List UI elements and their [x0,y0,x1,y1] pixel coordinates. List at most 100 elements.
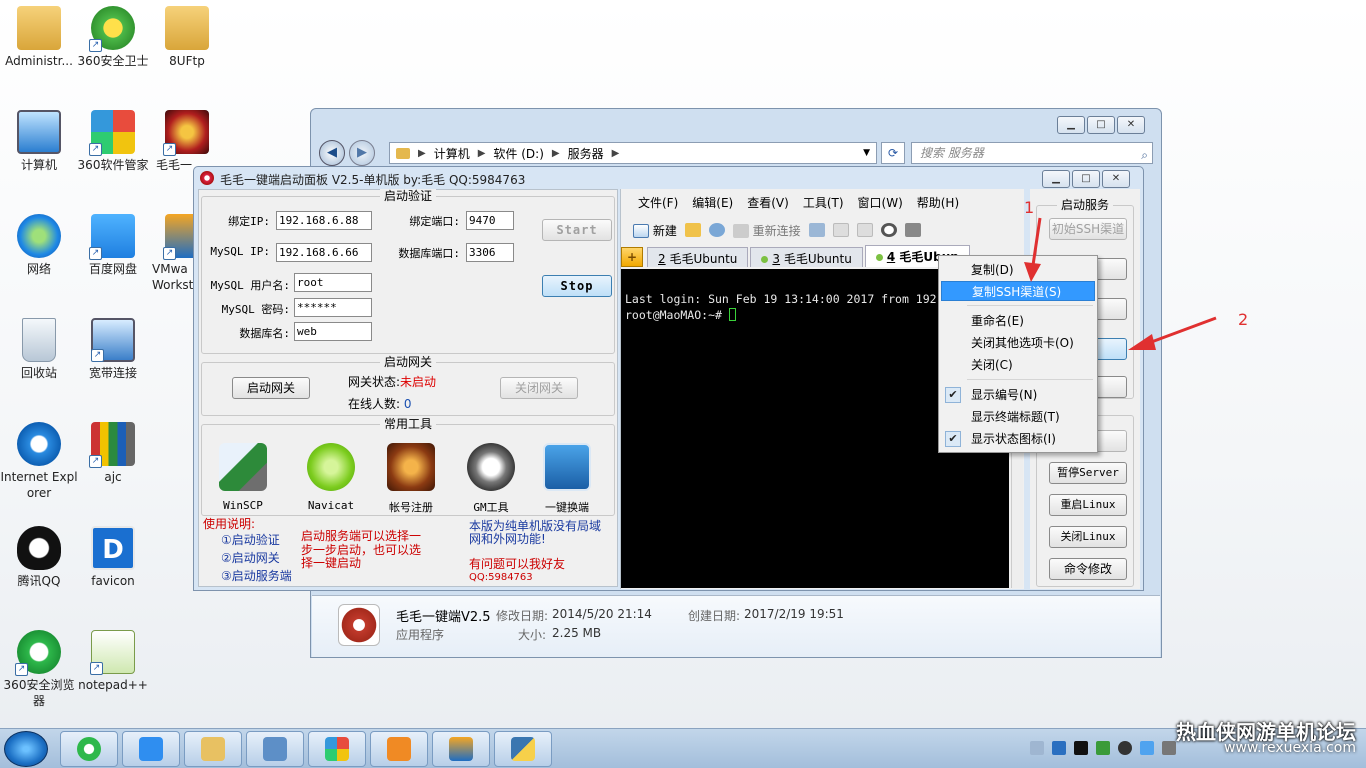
taskbar-item[interactable] [246,731,304,767]
desktop-icon-notepad-plus[interactable]: ↗ notepad++ [74,626,152,693]
start-button[interactable] [4,731,48,767]
desktop-icon-broadband[interactable]: ↗ 宽带连接 [74,314,152,381]
close-gateway-button[interactable]: 关闭网关 [500,377,578,399]
computer-icon [17,110,61,154]
tool-gm[interactable]: GM工具 [458,443,524,515]
maximize-button[interactable]: □ [1087,116,1115,134]
desktop-icon-ajc[interactable]: ↗ ajc [74,418,152,485]
back-button[interactable]: ◀ [319,140,345,166]
find-icon[interactable] [880,223,897,237]
start-gateway-button[interactable]: 启动网关 [232,377,310,399]
taskbar-item[interactable] [432,731,490,767]
mysql-password-field[interactable]: ****** [294,298,372,317]
session-tab[interactable]: 2 毛毛Ubuntu [647,247,749,267]
close-button[interactable]: ✕ [1102,170,1130,188]
tray-cloud-icon[interactable] [1140,741,1154,755]
taskbar-item[interactable] [494,731,552,767]
new-session-button[interactable]: 新建 [633,222,677,239]
desktop-icon-network[interactable]: 网络 [0,210,78,277]
tray-app-icon[interactable] [1074,741,1088,755]
mysql-ip-field[interactable]: 192.168.6.66 [276,243,372,262]
close-button[interactable]: ✕ [1117,116,1145,134]
tool-winscp[interactable]: WinSCP [210,443,276,512]
360-software-icon [325,737,349,761]
search-input[interactable]: 搜索 服务器 ⌕ [911,142,1153,164]
menu-item-show-terminal-title[interactable]: 显示终端标题(T) [941,407,1095,427]
menu-item-show-number[interactable]: ✔ 显示编号(N) [941,385,1095,405]
360-safe-icon: ↗ [89,6,135,52]
tray-arrow-icon[interactable] [1030,741,1044,755]
breadcrumb-item[interactable]: 软件 (D:) [493,145,543,162]
tool-navicat[interactable]: Navicat [298,443,364,512]
mysql-user-field[interactable]: root [294,273,372,292]
forward-button[interactable]: ▶ [349,140,375,166]
start-button[interactable]: Start [542,219,612,241]
tray-qq-icon[interactable] [1118,741,1132,755]
session-tab[interactable]: 3 毛毛Ubuntu [750,247,863,267]
menu-file[interactable]: 文件(F) [631,191,685,213]
menu-item-rename[interactable]: 重命名(E) [941,311,1095,331]
desktop-icon-360-safe[interactable]: ↗ 360安全卫士 [74,2,152,69]
print-icon[interactable] [904,223,921,237]
desktop-icon-360-software[interactable]: ↗ 360软件管家 [74,106,152,173]
bind-port-field[interactable]: 9470 [466,211,514,230]
tool-switch-client[interactable]: 一键换端 [534,443,600,515]
breadcrumb-item[interactable]: 计算机 [434,145,470,162]
bind-ip-field[interactable]: 192.168.6.88 [276,211,372,230]
menu-item-close-others[interactable]: 关闭其他选项卡(O) [941,333,1095,353]
stop-button[interactable]: Stop [542,275,612,297]
copy-icon[interactable] [832,223,849,237]
menu-item-copy[interactable]: 复制(D) [941,260,1095,280]
dropdown-arrow-icon[interactable]: ▼ [863,148,870,158]
restart-linux-button[interactable]: 重启Linux [1049,494,1127,516]
menu-item-show-status-icon[interactable]: ✔ 显示状态图标(I) [941,429,1095,449]
taskbar-item[interactable] [122,731,180,767]
maximize-button[interactable]: □ [1072,170,1100,188]
minimize-button[interactable]: ▁ [1057,116,1085,134]
desktop-icon-computer[interactable]: 计算机 [0,106,78,173]
taskbar-item[interactable] [308,731,366,767]
paste-icon[interactable] [856,223,873,237]
tray-network-icon[interactable] [1052,741,1066,755]
address-bar[interactable]: ▶ 计算机 ▶ 软件 (D:) ▶ 服务器 ▶ ▼ [389,142,877,164]
desktop-icon-favicon[interactable]: D favicon [74,522,152,589]
app-logo-icon [200,171,214,185]
db-name-field[interactable]: web [294,322,372,341]
pause-server-button[interactable]: 暂停Server [1049,462,1127,484]
desktop-icon-recycle-bin[interactable]: 回收站 [0,314,78,381]
taskbar-item[interactable] [184,731,242,767]
refresh-icon[interactable]: ⟳ [881,142,905,164]
tray-security-icon[interactable] [1096,741,1110,755]
tools-wrench-icon [543,443,591,491]
tray-volume-icon[interactable] [1162,741,1176,755]
desktop-icon-qq[interactable]: 腾讯QQ [0,522,78,589]
menu-edit[interactable]: 编辑(E) [685,191,740,213]
properties-icon[interactable] [808,223,825,237]
desktop-icon-maomao[interactable]: ↗ 毛毛一 [148,106,226,173]
desktop-icon-baidu-pan[interactable]: ↗ 百度网盘 [74,210,152,277]
menu-tools[interactable]: 工具(T) [796,191,851,213]
reconnect-button[interactable]: 重新连接 [732,222,801,239]
command-edit-button[interactable]: 命令修改 [1049,558,1127,580]
link-icon[interactable] [708,223,725,237]
details-pane: 毛毛一键端V2.5 修改日期: 2014/5/20 21:14 创建日期: 20… [312,595,1160,657]
tool-account-register[interactable]: 帐号注册 [378,443,444,515]
desktop-icon-administrator[interactable]: Administr... [0,2,78,69]
menu-view[interactable]: 查看(V) [740,191,796,213]
menu-window[interactable]: 窗口(W) [851,191,910,213]
minimize-button[interactable]: ▁ [1042,170,1070,188]
taskbar-item[interactable] [60,731,118,767]
init-ssh-button[interactable]: 初始SSH渠道 [1049,218,1127,240]
open-folder-icon[interactable] [684,223,701,237]
menu-item-copy-ssh-channel[interactable]: 复制SSH渠道(S) [941,281,1095,301]
add-tab-icon[interactable]: + [621,247,643,267]
menu-help[interactable]: 帮助(H) [910,191,966,213]
shutdown-linux-button[interactable]: 关闭Linux [1049,526,1127,548]
menu-item-close[interactable]: 关闭(C) [941,355,1095,375]
taskbar-item[interactable] [370,731,428,767]
db-port-field[interactable]: 3306 [466,243,514,262]
desktop-icon-8uftp[interactable]: 8UFtp [148,2,226,69]
breadcrumb-item[interactable]: 服务器 [568,145,604,162]
desktop-icon-360-browser[interactable]: ↗ 360安全浏览器 [0,626,78,709]
desktop-icon-ie[interactable]: Internet Explorer [0,418,78,501]
